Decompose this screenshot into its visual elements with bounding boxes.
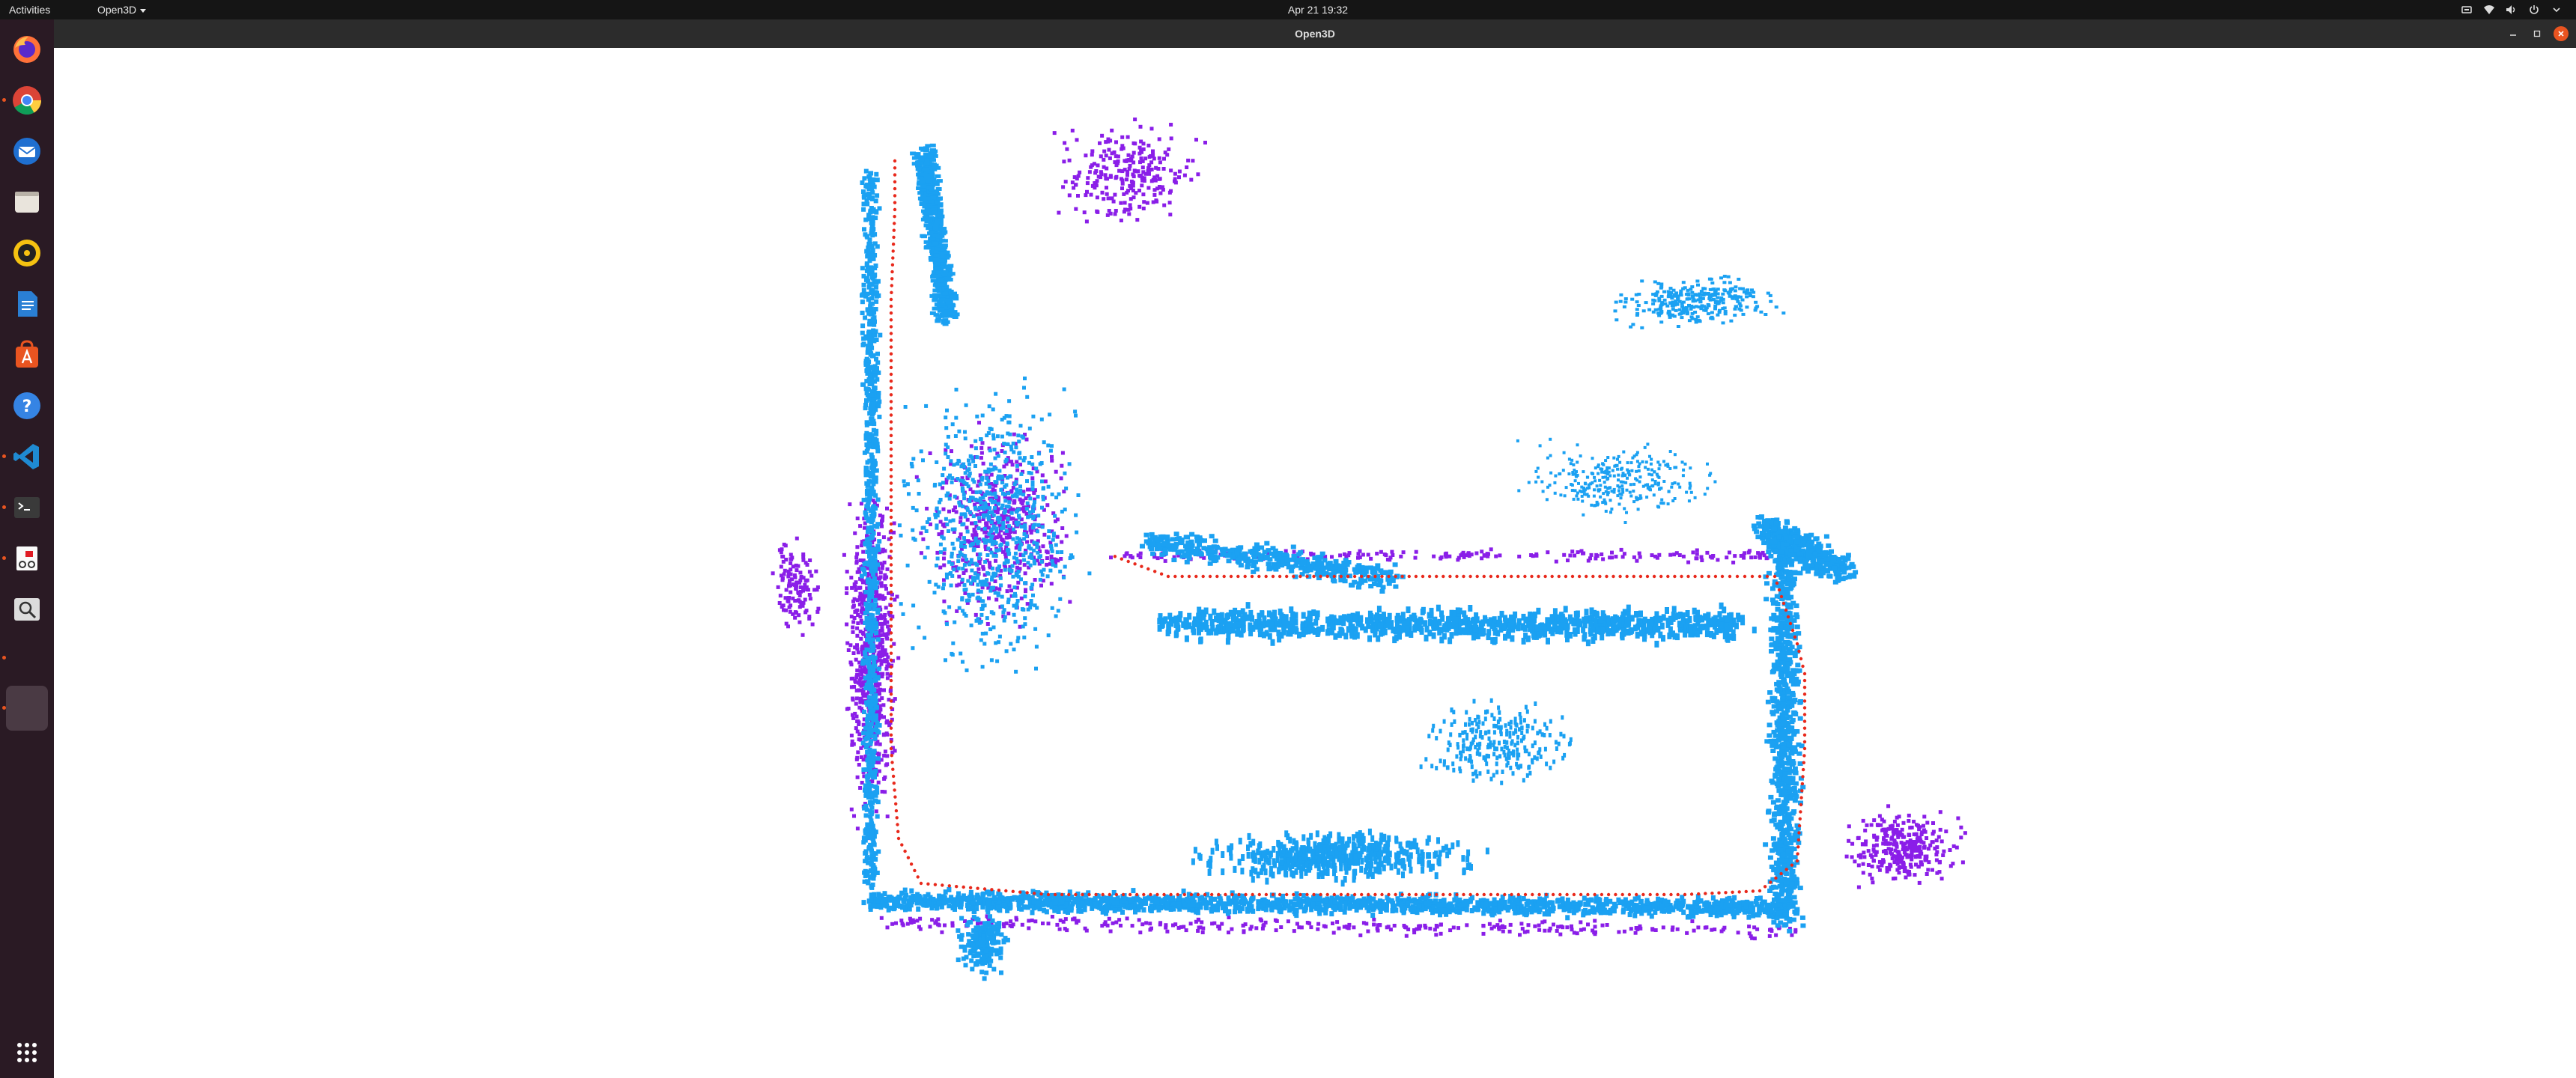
system-tray[interactable] [2461,0,2563,19]
chrome-launcher[interactable] [6,79,48,121]
image-viewer-launcher[interactable] [6,588,48,630]
writer-icon [18,291,37,317]
files-launcher[interactable] [6,181,48,223]
activities-button[interactable]: Activities [9,0,50,19]
image-viewer-icon [14,598,40,621]
help-launcher[interactable]: ? [6,385,48,427]
rhythmbox-icon [13,240,40,267]
vscode-launcher[interactable] [6,436,48,478]
chrome-icon [13,86,42,115]
running-indicator [2,98,6,102]
app-menu-button[interactable]: Open3D [97,0,147,19]
document-viewer-launcher[interactable] [6,538,48,579]
maximize-icon [2533,30,2541,37]
open3d-viewport[interactable] [54,48,2576,1078]
firefox-icon [13,36,40,63]
power-icon[interactable] [2528,4,2540,16]
running-indicator [2,656,6,660]
app-center-icon [16,340,38,368]
wifi-icon[interactable] [2483,4,2495,16]
help-icon: ? [13,392,40,419]
show-apps-icon [17,1043,37,1062]
running-indicator [2,556,6,560]
writer-launcher[interactable] [6,283,48,325]
close-button[interactable] [2554,26,2569,41]
rhythmbox-launcher[interactable] [6,232,48,274]
open3d-window-launcher[interactable] [6,686,48,731]
caret-down-icon [140,8,147,13]
thunderbird-launcher[interactable] [6,130,48,172]
point-cloud-canvas[interactable] [54,48,2576,1078]
files-icon [15,192,39,213]
document-viewer-icon [16,546,37,570]
vscode-icon [13,444,39,469]
dock: ? [0,19,54,1078]
firefox-launcher[interactable] [6,28,48,70]
top-bar: Activities Open3D Apr 21 19:32 [0,0,2576,19]
show-apps-button[interactable] [6,1032,48,1074]
running-indicator [2,454,6,458]
running-indicator [2,505,6,509]
thunderbird-icon [13,138,40,165]
minimize-button[interactable] [2506,26,2521,41]
network-icon[interactable] [2461,4,2473,16]
window-controls [2506,19,2569,48]
terminal-icon [14,497,40,518]
clock[interactable]: Apr 21 19:32 [1273,0,1363,19]
open3d-window-icon [12,693,42,723]
terminal-launcher[interactable] [6,487,48,529]
maximize-button[interactable] [2530,26,2545,41]
cyan-points [859,143,1859,981]
chevron-down-icon[interactable] [2551,4,2563,16]
app-menu-label: Open3D [97,4,137,16]
close-icon [2558,31,2564,37]
volume-icon[interactable] [2506,4,2518,16]
svg-text:?: ? [22,398,32,416]
window-titlebar[interactable]: Open3D [54,19,2576,48]
minimize-icon [2510,34,2516,36]
app-center-launcher[interactable] [6,334,48,376]
window-title: Open3D [1295,28,1335,40]
